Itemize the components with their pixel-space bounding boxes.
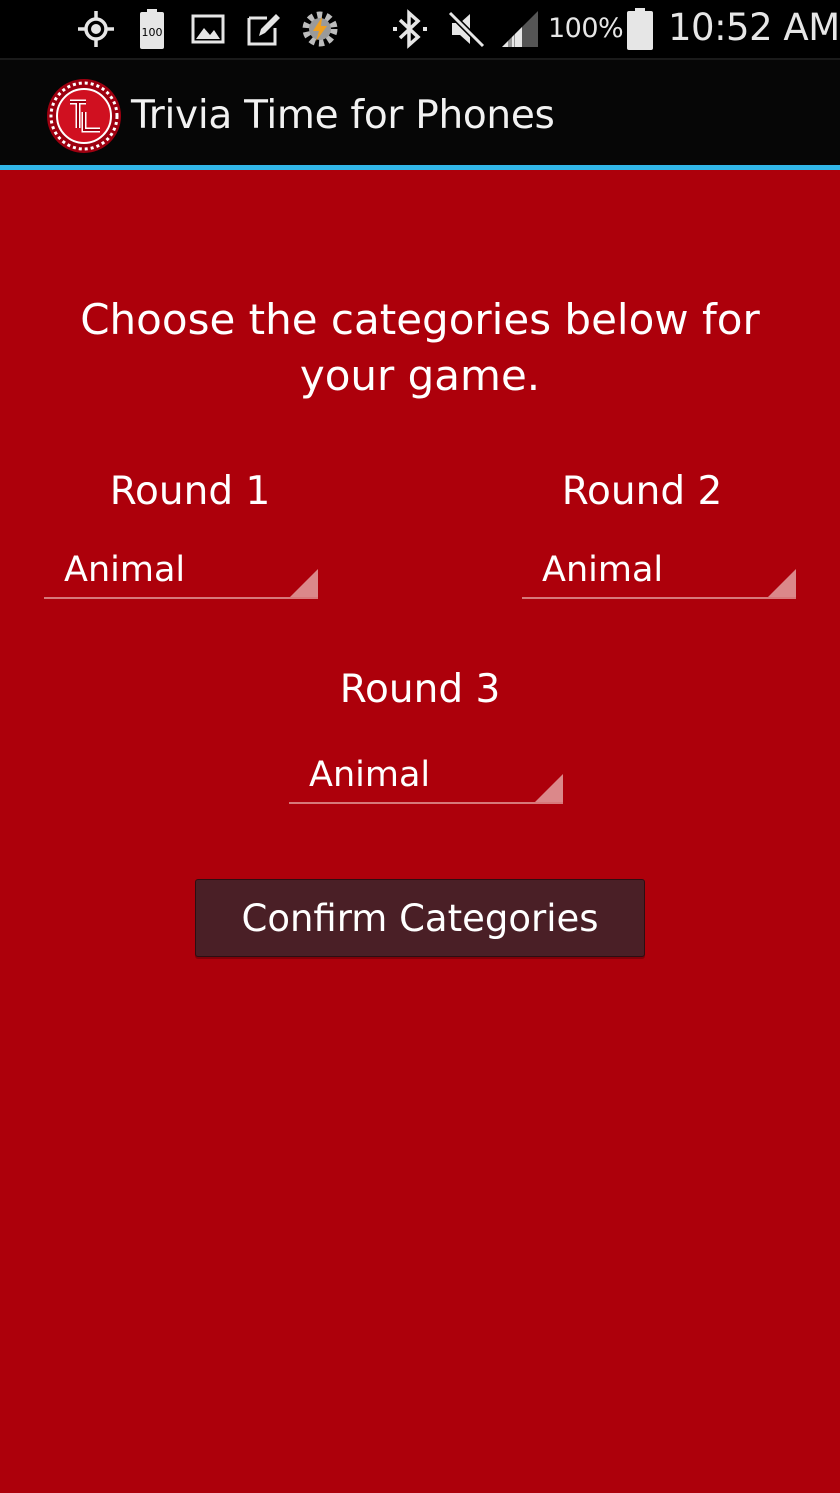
round-3-selected-value: Animal (309, 755, 431, 795)
round-1-selected-value: Animal (64, 550, 186, 590)
action-bar-accent-line (0, 165, 840, 170)
gps-icon (76, 8, 116, 50)
image-notification-icon (188, 8, 228, 50)
round-3-category-spinner[interactable]: Animal (289, 752, 563, 804)
tasker-icon (300, 8, 340, 50)
app-title: Trivia Time for Phones (131, 93, 555, 138)
dropdown-triangle-icon (535, 774, 563, 802)
battery-icon (620, 8, 660, 50)
instructions-text: Choose the categories below for your gam… (80, 295, 760, 400)
spinner-underline (44, 597, 318, 599)
battery-100-notification-icon: 100 (132, 8, 172, 50)
round-2-selected-value: Animal (542, 550, 664, 590)
round-3-label: Round 3 (339, 667, 501, 712)
signal-icon (500, 8, 540, 50)
round-2-category-spinner[interactable]: Animal (522, 547, 796, 599)
status-clock: 10:52 AM (668, 6, 840, 49)
confirm-categories-button[interactable]: Confirm Categories (195, 879, 645, 957)
edit-notification-icon (244, 8, 284, 50)
trivia-time-logo-icon[interactable] (46, 78, 122, 154)
spinner-underline (289, 802, 563, 804)
battery-notification-text: 100 (142, 26, 163, 39)
dropdown-triangle-icon (290, 569, 318, 597)
battery-percent: 100% (548, 13, 624, 44)
spinner-underline (522, 597, 796, 599)
status-bar: 100 100% 10:52 AM (0, 0, 840, 58)
action-bar: Trivia Time for Phones (0, 58, 840, 165)
round-2-label: Round 2 (561, 469, 723, 514)
dropdown-triangle-icon (768, 569, 796, 597)
mute-icon (446, 8, 486, 50)
round-1-label: Round 1 (109, 469, 271, 514)
bluetooth-icon (390, 8, 430, 50)
round-1-category-spinner[interactable]: Animal (44, 547, 318, 599)
